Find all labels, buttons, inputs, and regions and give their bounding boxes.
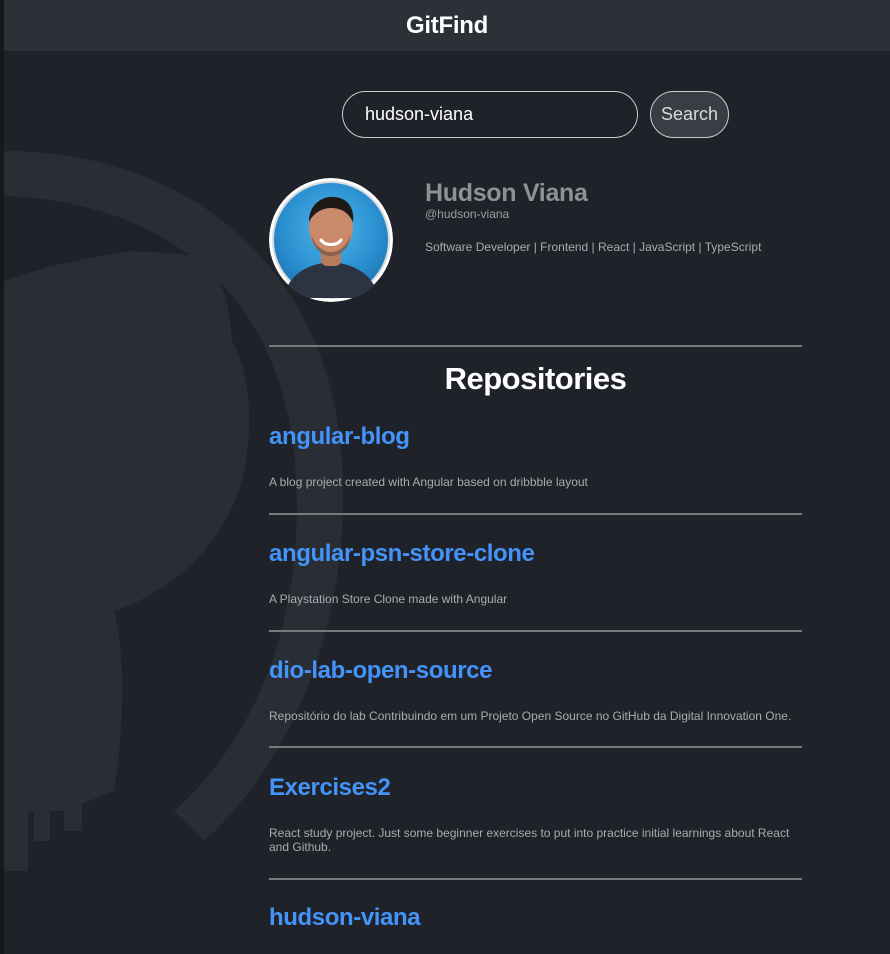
repo-description: A Playstation Store Clone made with Angu… [269,592,508,606]
repo-link[interactable]: angular-blog [269,423,410,451]
window-edge [0,0,4,954]
profile-bio: Software Developer | Frontend | React | … [425,240,762,254]
avatar [269,178,393,302]
repo-description: Repositório do lab Contribuindo em um Pr… [269,709,792,723]
divider [269,630,802,632]
divider [269,746,802,748]
app-title: GitFind [406,11,488,39]
top-header-bar: GitFind [4,0,890,51]
search-button[interactable]: Search [650,91,729,138]
repo-link[interactable]: Exercises2 [269,774,391,802]
repo-link[interactable]: angular-psn-store-clone [269,540,535,568]
divider [269,878,802,880]
search-input[interactable] [342,91,638,138]
repositories-title: Repositories [444,361,627,396]
repo-description: A blog project created with Angular base… [269,475,588,489]
profile-name: Hudson Viana [425,179,588,207]
repo-description: React study project. Just some beginner … [269,826,790,854]
divider [269,345,802,347]
profile-login: @hudson-viana [425,207,510,221]
divider [269,513,802,515]
repo-link[interactable]: dio-lab-open-source [269,657,492,685]
search-bar: Search [342,91,729,138]
repo-link[interactable]: hudson-viana [269,904,421,932]
